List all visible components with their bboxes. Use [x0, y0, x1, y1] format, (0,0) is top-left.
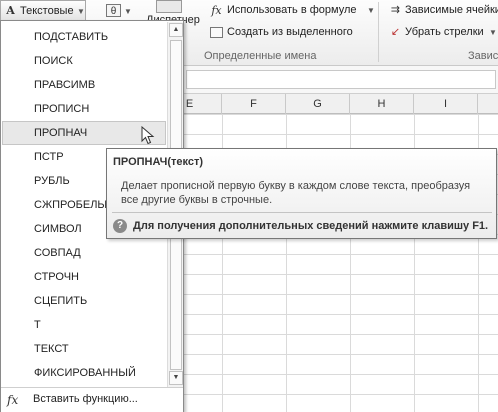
defined-names-group-label: Определенные имена	[204, 50, 317, 62]
remove-arrows-label: Убрать стрелки	[405, 26, 484, 38]
insert-function-button[interactable]: fx Вставить функцию...	[1, 387, 183, 412]
mouse-cursor-icon	[141, 126, 155, 145]
tooltip-divider	[112, 212, 492, 213]
insert-function-label: Вставить функцию...	[33, 393, 138, 405]
tooltip-help-text: Для получения дополнительных сведений на…	[133, 220, 489, 232]
text-a-icon: A	[6, 4, 15, 17]
formula-dependencies-group-label: Завис	[468, 50, 498, 62]
trace-dependents-label: Зависимые ячейки	[405, 4, 498, 16]
function-item[interactable]: СОВПАД	[2, 241, 166, 265]
fx-icon: fx	[7, 393, 19, 407]
name-manager-icon	[156, 0, 182, 13]
column-header-h[interactable]: H	[350, 94, 414, 114]
trace-dependents-icon: ⇉	[390, 4, 401, 16]
table-grid-icon	[210, 27, 223, 38]
function-item[interactable]: ПРОПИСН	[2, 97, 166, 121]
tooltip-description: Делает прописной первую букву в каждом с…	[121, 180, 471, 206]
function-item[interactable]: СТРОЧН	[2, 265, 166, 289]
function-item[interactable]: ТЕКСТ	[2, 337, 166, 361]
remove-arrows-button[interactable]: ↙ Убрать стрелки ▼	[388, 26, 498, 42]
fx-icon: fx	[211, 4, 222, 17]
formula-input[interactable]	[186, 70, 496, 89]
tooltip-title: ПРОПНАЧ(текст)	[113, 156, 204, 168]
column-header-g[interactable]: G	[286, 94, 350, 114]
function-item[interactable]: ПРАВСИМВ	[2, 73, 166, 97]
theta-icon: θ	[106, 4, 121, 17]
function-item[interactable]: ФИКСИРОВАННЫЙ	[2, 361, 166, 385]
chevron-down-icon: ▼	[367, 6, 375, 15]
scroll-down-button[interactable]: ▼	[169, 371, 183, 385]
chevron-down-icon: ▼	[489, 28, 497, 37]
function-item[interactable]: Т	[2, 313, 166, 337]
chevron-down-icon: ▼	[124, 7, 132, 16]
column-header-i[interactable]: I	[414, 94, 478, 114]
scroll-up-button[interactable]: ▲	[169, 23, 183, 37]
function-item[interactable]: СЦЕПИТЬ	[2, 289, 166, 313]
create-from-selection-label: Создать из выделенного	[227, 26, 353, 38]
text-functions-label: Текстовые	[20, 5, 74, 17]
function-tooltip: ПРОПНАЧ(текст) Делает прописной первую б…	[106, 148, 497, 239]
function-item[interactable]: ПОДСТАВИТЬ	[2, 25, 166, 49]
use-in-formula-button[interactable]: fx Использовать в формуле ▼	[209, 4, 375, 20]
group-separator	[378, 2, 379, 62]
create-from-selection-button[interactable]: Создать из выделенного	[209, 26, 369, 42]
remove-arrows-icon: ↙	[390, 26, 401, 38]
math-functions-button[interactable]: θ ▼	[104, 2, 138, 22]
text-functions-button[interactable]: A Текстовые ▼	[0, 0, 86, 21]
help-icon: ?	[113, 219, 127, 233]
use-in-formula-label: Использовать в формуле	[227, 4, 357, 16]
chevron-down-icon: ▼	[77, 7, 85, 16]
trace-dependents-button[interactable]: ⇉ Зависимые ячейки	[388, 4, 498, 20]
function-item[interactable]: ПОИСК	[2, 49, 166, 73]
column-header-f[interactable]: F	[222, 94, 286, 114]
